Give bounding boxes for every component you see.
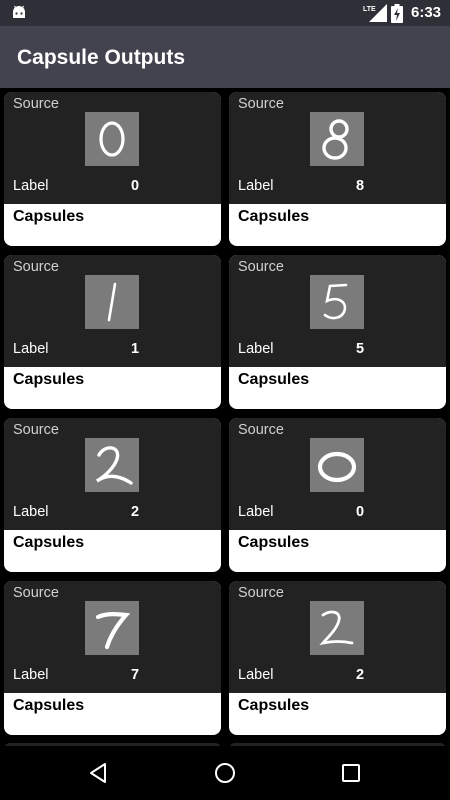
label-caption: Label <box>238 178 274 194</box>
navigation-bar <box>0 746 450 800</box>
result-card[interactable]: Source Label 1 Capsules <box>4 255 221 409</box>
back-icon[interactable] <box>86 761 110 785</box>
source-digit-image <box>85 275 139 329</box>
source-digit-image <box>310 438 364 492</box>
result-card[interactable]: Source Label 0 Capsules <box>4 92 221 246</box>
capsules-heading: Capsules <box>13 534 85 551</box>
result-card[interactable]: Source Label 2 Capsules <box>4 418 221 572</box>
source-caption: Source <box>13 96 59 112</box>
label-value: 2 <box>131 504 140 520</box>
label-caption: Label <box>238 341 274 357</box>
recents-icon[interactable] <box>339 761 363 785</box>
status-bar: LTE 6:33 <box>0 0 450 26</box>
page-title: Capsule Outputs <box>17 46 186 69</box>
source-caption: Source <box>238 96 284 112</box>
result-card[interactable]: Source Label 2 Capsules <box>229 581 446 735</box>
label-value: 0 <box>131 178 140 194</box>
label-value: 8 <box>356 178 365 194</box>
source-digit-image <box>310 112 364 166</box>
android-notification-icon <box>13 5 25 18</box>
source-caption: Source <box>238 585 284 601</box>
result-card[interactable]: Source Label 8 Capsules <box>229 92 446 246</box>
capsules-heading: Capsules <box>13 697 85 714</box>
card-header: Source Label 5 <box>229 255 446 367</box>
label-caption: Label <box>238 667 274 683</box>
card-header: Source Label 2 <box>229 581 446 693</box>
label-value: 1 <box>131 341 140 357</box>
source-digit-image <box>85 438 139 492</box>
source-caption: Source <box>13 422 59 438</box>
label-caption: Label <box>13 504 49 520</box>
source-digit-image <box>85 112 139 166</box>
card-header: Source Label 7 <box>4 581 221 693</box>
capsules-heading: Capsules <box>238 534 310 551</box>
label-caption: Label <box>13 178 49 194</box>
signal-icon: LTE <box>363 4 387 22</box>
capsules-heading: Capsules <box>13 208 85 225</box>
card-header: Source Label 1 <box>4 255 221 367</box>
label-caption: Label <box>13 667 49 683</box>
source-digit-image <box>310 601 364 655</box>
app-bar: Capsule Outputs <box>0 26 450 88</box>
card-header: Source Label 0 <box>229 418 446 530</box>
results-grid[interactable]: Source Label 0 Capsules Source Label 8 C… <box>0 88 450 746</box>
capsules-heading: Capsules <box>238 697 310 714</box>
result-card[interactable]: Source Label 0 Capsules <box>229 418 446 572</box>
capsules-heading: Capsules <box>238 208 310 225</box>
home-icon[interactable] <box>213 761 237 785</box>
source-digit-image <box>310 275 364 329</box>
result-card[interactable]: Source Label 7 Capsules <box>4 581 221 735</box>
source-caption: Source <box>13 585 59 601</box>
capsules-heading: Capsules <box>13 371 85 388</box>
battery-charging-icon <box>391 4 403 23</box>
result-card[interactable]: Source Label 5 Capsules <box>229 255 446 409</box>
label-value: 5 <box>356 341 365 357</box>
label-value: 2 <box>356 667 365 683</box>
card-header: Source Label 0 <box>4 92 221 204</box>
status-time: 6:33 <box>411 4 442 21</box>
label-value: 7 <box>131 667 140 683</box>
card-header: Source Label 2 <box>4 418 221 530</box>
label-caption: Label <box>13 341 49 357</box>
network-badge: LTE <box>363 6 376 13</box>
source-digit-image <box>85 601 139 655</box>
card-header: Source Label 8 <box>229 92 446 204</box>
source-caption: Source <box>13 259 59 275</box>
label-value: 0 <box>356 504 365 520</box>
label-caption: Label <box>238 504 274 520</box>
capsules-heading: Capsules <box>238 371 310 388</box>
source-caption: Source <box>238 259 284 275</box>
source-caption: Source <box>238 422 284 438</box>
